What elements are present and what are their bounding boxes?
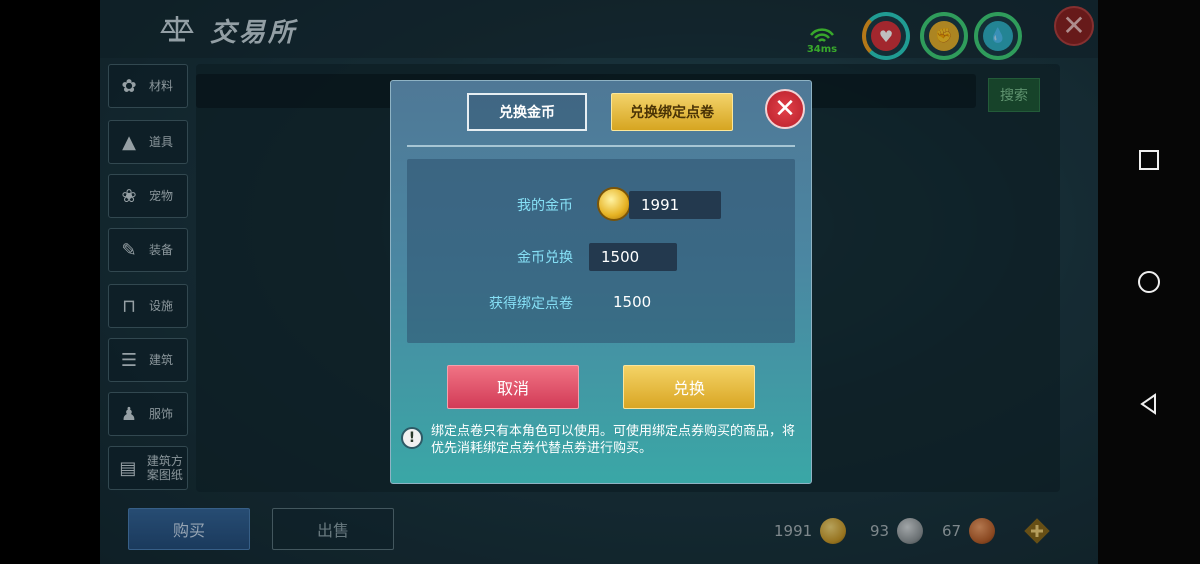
game-screen: 交易所 34ms ♥ ✊ 💧 ✕ ✿ 材料 ▲ 道具 ❀ 宠物 ✎ 装备 ⊓ 设… [100, 0, 1098, 564]
receive-label: 获得绑定点卷 [489, 296, 573, 312]
tab-exchange-gold[interactable]: 兑换金币 [467, 93, 587, 131]
circle-icon [1138, 271, 1160, 293]
android-nav-bar [1098, 0, 1200, 564]
tab-exchange-bound-points[interactable]: 兑换绑定点卷 [611, 93, 733, 131]
notice-text: 绑定点卷只有本角色可以使用。可使用绑定点券购买的商品，将优先消耗绑定点券代替点券… [431, 424, 796, 456]
my-gold-label: 我的金币 [517, 198, 573, 214]
exchange-amount-input[interactable]: 1500 [589, 243, 677, 271]
gold-coin-icon [597, 187, 631, 221]
divider [407, 145, 795, 147]
dialog-close-button[interactable]: ✕ [765, 89, 805, 129]
warning-icon: ! [401, 427, 423, 449]
my-gold-value: 1991 [629, 191, 721, 219]
home-button[interactable] [1098, 252, 1200, 312]
back-triangle-icon [1140, 393, 1156, 415]
close-icon: ✕ [774, 94, 796, 124]
square-icon [1139, 150, 1159, 170]
cancel-button[interactable]: 取消 [447, 365, 579, 409]
back-button[interactable] [1098, 374, 1200, 434]
receive-value: 1500 [613, 293, 652, 311]
exchange-confirm-button[interactable]: 兑换 [623, 365, 755, 409]
exchange-amount-label: 金币兑换 [517, 250, 573, 266]
exchange-dialog: 兑换金币 兑换绑定点卷 ✕ 我的金币 1991 金币兑换 1500 获得绑定点卷… [390, 80, 812, 484]
recent-apps-button[interactable] [1098, 130, 1200, 190]
